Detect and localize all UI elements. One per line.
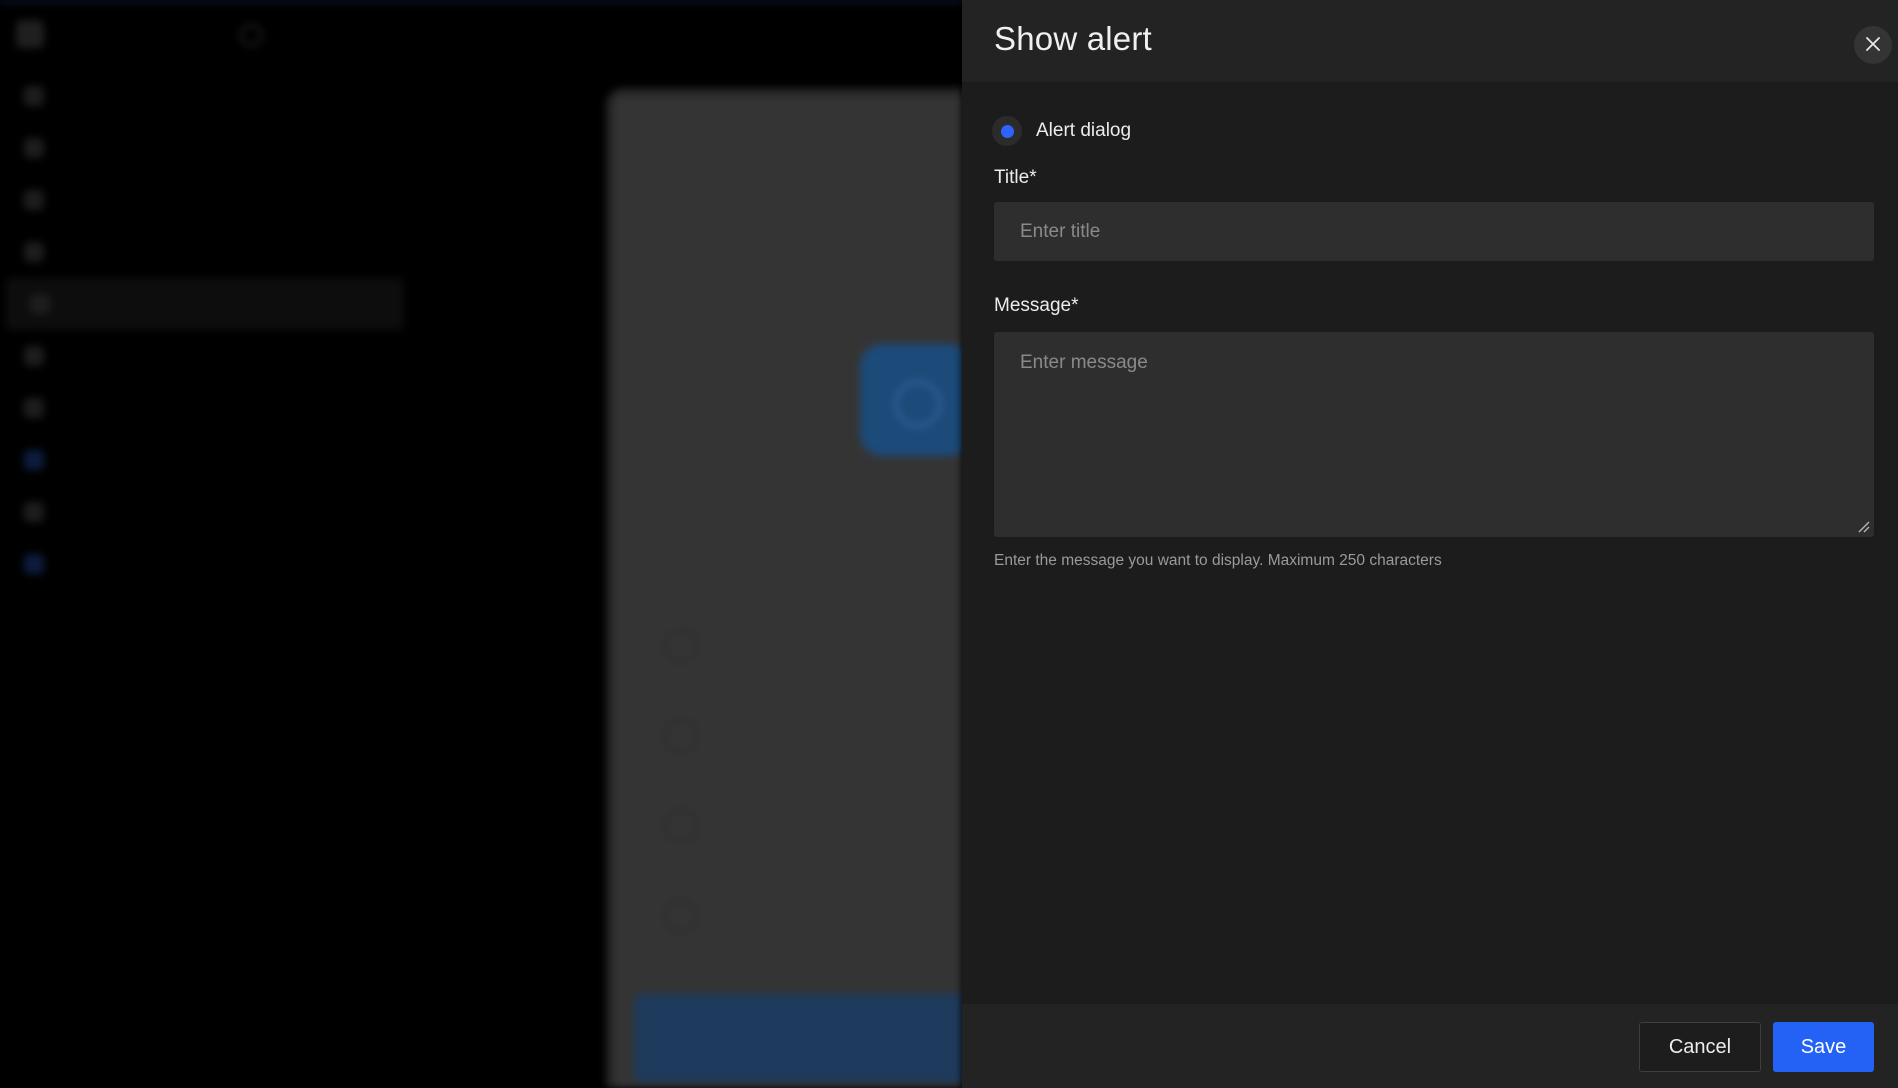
background-nav-item <box>0 122 410 174</box>
background-preview-row <box>664 898 722 934</box>
background-sidebar <box>0 70 410 590</box>
background-topbar <box>0 0 962 62</box>
background-nav-item <box>6 278 404 330</box>
background-nav-item <box>0 538 410 590</box>
panel-header: Show alert <box>962 0 1898 83</box>
background-logo <box>16 20 44 48</box>
background-phone-preview <box>606 88 962 1088</box>
background-nav-item <box>0 70 410 122</box>
title-input[interactable] <box>994 202 1874 261</box>
message-help-text: Enter the message you want to display. M… <box>994 552 1442 569</box>
background-preview-row <box>664 808 722 844</box>
close-icon <box>1866 36 1880 54</box>
close-button[interactable] <box>1854 26 1892 64</box>
panel-title: Show alert <box>994 20 1152 57</box>
cancel-button[interactable]: Cancel <box>1639 1022 1761 1072</box>
resize-handle-icon[interactable] <box>1856 519 1870 533</box>
background-nav-item <box>0 486 410 538</box>
background-preview-button <box>634 994 962 1082</box>
alert-dialog-option[interactable]: Alert dialog <box>992 115 1866 147</box>
panel-body: Alert dialog Title* Message* Enter the m… <box>962 83 1898 1004</box>
alert-dialog-radio[interactable] <box>992 116 1022 146</box>
message-textarea[interactable] <box>994 332 1874 537</box>
background-preview-row <box>664 718 722 754</box>
alert-dialog-label: Alert dialog <box>1036 120 1132 141</box>
save-button[interactable]: Save <box>1773 1022 1874 1072</box>
message-field-wrapper <box>994 332 1874 537</box>
background-nav-item <box>0 330 410 382</box>
panel-footer: Cancel Save <box>962 1004 1898 1088</box>
background-nav-item <box>0 434 410 486</box>
background-preview-row <box>664 628 722 664</box>
background-preview-icon <box>860 344 962 456</box>
show-alert-panel: Show alert Alert dialog Title* Message* <box>962 0 1898 1088</box>
background-app <box>0 0 962 1088</box>
background-app-icon <box>240 24 262 46</box>
message-label: Message* <box>994 295 1079 316</box>
background-nav-item <box>0 174 410 226</box>
background-nav-item <box>0 382 410 434</box>
title-label: Title* <box>994 167 1037 188</box>
background-nav-item <box>0 226 410 278</box>
